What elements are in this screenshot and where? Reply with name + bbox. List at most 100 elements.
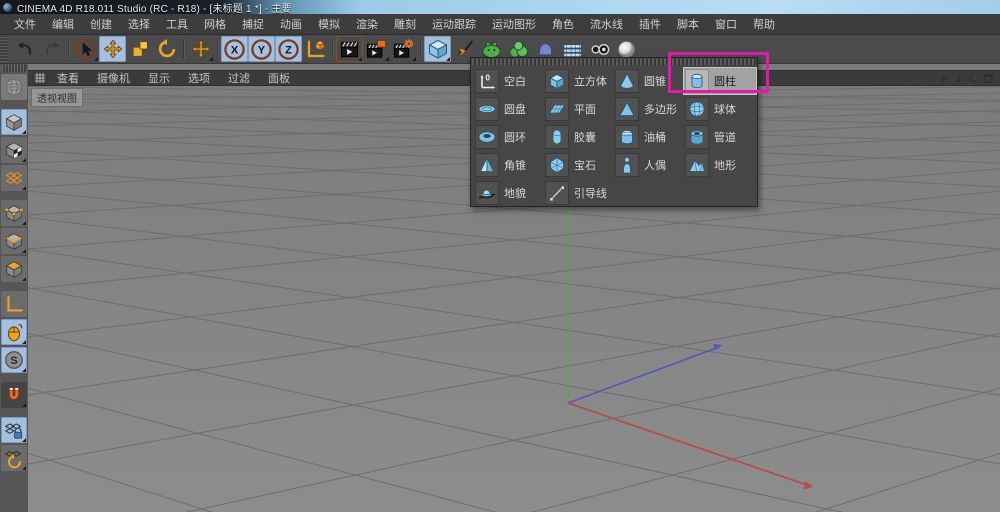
primitive-item-gem[interactable]: 宝石 bbox=[543, 151, 613, 179]
menu-item[interactable]: 工具 bbox=[158, 14, 196, 34]
coordinate-system-icon bbox=[304, 37, 328, 61]
toolbar-separator bbox=[329, 36, 336, 62]
add-primitive-button[interactable] bbox=[424, 36, 451, 62]
viewport-menu-item[interactable]: 过滤 bbox=[219, 69, 259, 87]
primitive-item-disc[interactable]: 圆盘 bbox=[473, 95, 543, 123]
lock-y-axis-button[interactable]: Y bbox=[248, 36, 275, 62]
y-axis-icon: Y bbox=[250, 38, 273, 61]
make-editable-icon bbox=[3, 76, 25, 98]
rotate-view-icon[interactable] bbox=[968, 73, 979, 84]
primitive-item-oiltank[interactable]: 油桶 bbox=[613, 123, 683, 151]
primitive-item-null[interactable]: 空白 bbox=[473, 67, 543, 95]
primitive-item-polygon[interactable]: 多边形 bbox=[613, 95, 683, 123]
menu-item[interactable]: 角色 bbox=[544, 14, 582, 34]
redo-icon bbox=[41, 38, 63, 60]
render-to-picture-viewer-button[interactable] bbox=[363, 36, 390, 62]
scale-tool-button[interactable] bbox=[126, 36, 153, 62]
primitive-item-sphere[interactable]: 球体 bbox=[683, 95, 757, 123]
menu-item[interactable]: 运动跟踪 bbox=[424, 14, 484, 34]
primitive-item-figure[interactable]: 人偶 bbox=[613, 151, 683, 179]
undo-button[interactable] bbox=[11, 36, 38, 62]
viewport-menu-item[interactable]: 查看 bbox=[48, 69, 88, 87]
menu-item[interactable]: 窗口 bbox=[707, 14, 745, 34]
menu-item[interactable]: 脚本 bbox=[669, 14, 707, 34]
lock-z-axis-button[interactable]: Z bbox=[275, 36, 302, 62]
viewport-nav-controls bbox=[938, 73, 1000, 84]
menu-item[interactable]: 创建 bbox=[82, 14, 120, 34]
menu-item[interactable]: 编辑 bbox=[44, 14, 82, 34]
primitive-item-cone[interactable]: 圆锥 bbox=[613, 67, 683, 95]
mode-sidebar: S bbox=[0, 64, 28, 512]
menu-item[interactable]: 捕捉 bbox=[234, 14, 272, 34]
render-settings-button[interactable] bbox=[390, 36, 417, 62]
sidebar-drag-handle[interactable] bbox=[2, 65, 26, 72]
menu-item[interactable]: 渲染 bbox=[348, 14, 386, 34]
toolbar-separator bbox=[180, 36, 187, 62]
view-label: 透视视图 bbox=[31, 88, 83, 107]
viewport-solo-button[interactable] bbox=[1, 319, 27, 345]
zoom-view-icon[interactable] bbox=[953, 73, 964, 84]
primitive-item-plane[interactable]: 平面 bbox=[543, 95, 613, 123]
primitive-item-capsule[interactable]: 胶囊 bbox=[543, 123, 613, 151]
enable-axis-button[interactable] bbox=[1, 291, 27, 317]
workplane-mode-button[interactable] bbox=[1, 165, 27, 191]
primitive-item-torus[interactable]: 圆环 bbox=[473, 123, 543, 151]
world-axes bbox=[568, 160, 813, 490]
viewport-menu-item[interactable]: 选项 bbox=[179, 69, 219, 87]
lock-workplane-button[interactable] bbox=[1, 417, 27, 443]
menu-item[interactable]: 网格 bbox=[196, 14, 234, 34]
scale-icon bbox=[129, 38, 151, 60]
edges-mode-button[interactable] bbox=[1, 228, 27, 254]
redo-button[interactable] bbox=[38, 36, 65, 62]
menu-item[interactable]: 雕刻 bbox=[386, 14, 424, 34]
points-mode-button[interactable] bbox=[1, 200, 27, 226]
snap-settings-button[interactable]: S bbox=[1, 347, 27, 373]
workplane-button[interactable] bbox=[1, 445, 27, 471]
rotate-tool-button[interactable] bbox=[153, 36, 180, 62]
primitive-item-cube[interactable]: 立方体 bbox=[543, 67, 613, 95]
menu-item[interactable]: 选择 bbox=[120, 14, 158, 34]
svg-text:Y: Y bbox=[258, 44, 266, 56]
primitive-item-cylinder[interactable]: 圆柱 bbox=[683, 67, 757, 95]
rotate-icon bbox=[156, 38, 178, 60]
menu-item[interactable]: 帮助 bbox=[745, 14, 783, 34]
live-selection-button[interactable] bbox=[72, 36, 99, 62]
last-used-tool-button[interactable] bbox=[187, 36, 214, 62]
viewport-menu-item[interactable]: 面板 bbox=[259, 69, 299, 87]
render-view-button[interactable] bbox=[336, 36, 363, 62]
axis-mode-icon bbox=[3, 293, 25, 315]
menu-item[interactable]: 模拟 bbox=[310, 14, 348, 34]
primitive-item-pyramid[interactable]: 角锥 bbox=[473, 151, 543, 179]
polygons-mode-button[interactable] bbox=[1, 256, 27, 282]
pan-view-icon[interactable] bbox=[938, 73, 949, 84]
primitive-item-landscape[interactable]: 地形 bbox=[683, 151, 757, 179]
viewport-grid-icon[interactable] bbox=[34, 72, 46, 84]
coordinate-system-button[interactable] bbox=[302, 36, 329, 62]
main-menu-bar: 文件编辑创建选择工具网格捕捉动画模拟渲染雕刻运动跟踪运动图形角色流水线插件脚本窗… bbox=[0, 14, 1000, 35]
viewport-menu-item[interactable]: 摄像机 bbox=[88, 69, 139, 87]
app-icon bbox=[3, 3, 12, 12]
move-icon bbox=[102, 38, 124, 60]
cinema4d-window: CINEMA 4D R18.011 Studio (RC - R18) - [未… bbox=[0, 0, 1000, 512]
enable-snap-button[interactable] bbox=[1, 382, 27, 408]
primitive-item-guide[interactable]: 引导线 bbox=[543, 179, 613, 207]
primitive-item-relief[interactable]: 地貌 bbox=[473, 179, 543, 207]
menu-item[interactable]: 文件 bbox=[6, 14, 44, 34]
menu-item[interactable]: 运动图形 bbox=[484, 14, 544, 34]
make-editable-button[interactable] bbox=[1, 74, 27, 100]
toolbar-separator bbox=[65, 36, 72, 62]
model-mode-button[interactable] bbox=[1, 109, 27, 135]
menu-item[interactable]: 插件 bbox=[631, 14, 669, 34]
menu-item[interactable]: 流水线 bbox=[582, 14, 631, 34]
texture-mode-button[interactable] bbox=[1, 137, 27, 163]
title-bar: CINEMA 4D R18.011 Studio (RC - R18) - [未… bbox=[0, 0, 1000, 14]
menu-tearoff-handle[interactable] bbox=[472, 59, 756, 65]
primitive-item-tube[interactable]: 管道 bbox=[683, 123, 757, 151]
toolbar-drag-handle[interactable] bbox=[1, 36, 9, 62]
window-title: CINEMA 4D R18.011 Studio (RC - R18) - [未… bbox=[17, 0, 292, 15]
menu-item[interactable]: 动画 bbox=[272, 14, 310, 34]
viewport-menu-item[interactable]: 显示 bbox=[139, 69, 179, 87]
move-tool-button[interactable] bbox=[99, 36, 126, 62]
lock-x-axis-button[interactable]: X bbox=[221, 36, 248, 62]
toggle-view-icon[interactable] bbox=[983, 73, 994, 84]
